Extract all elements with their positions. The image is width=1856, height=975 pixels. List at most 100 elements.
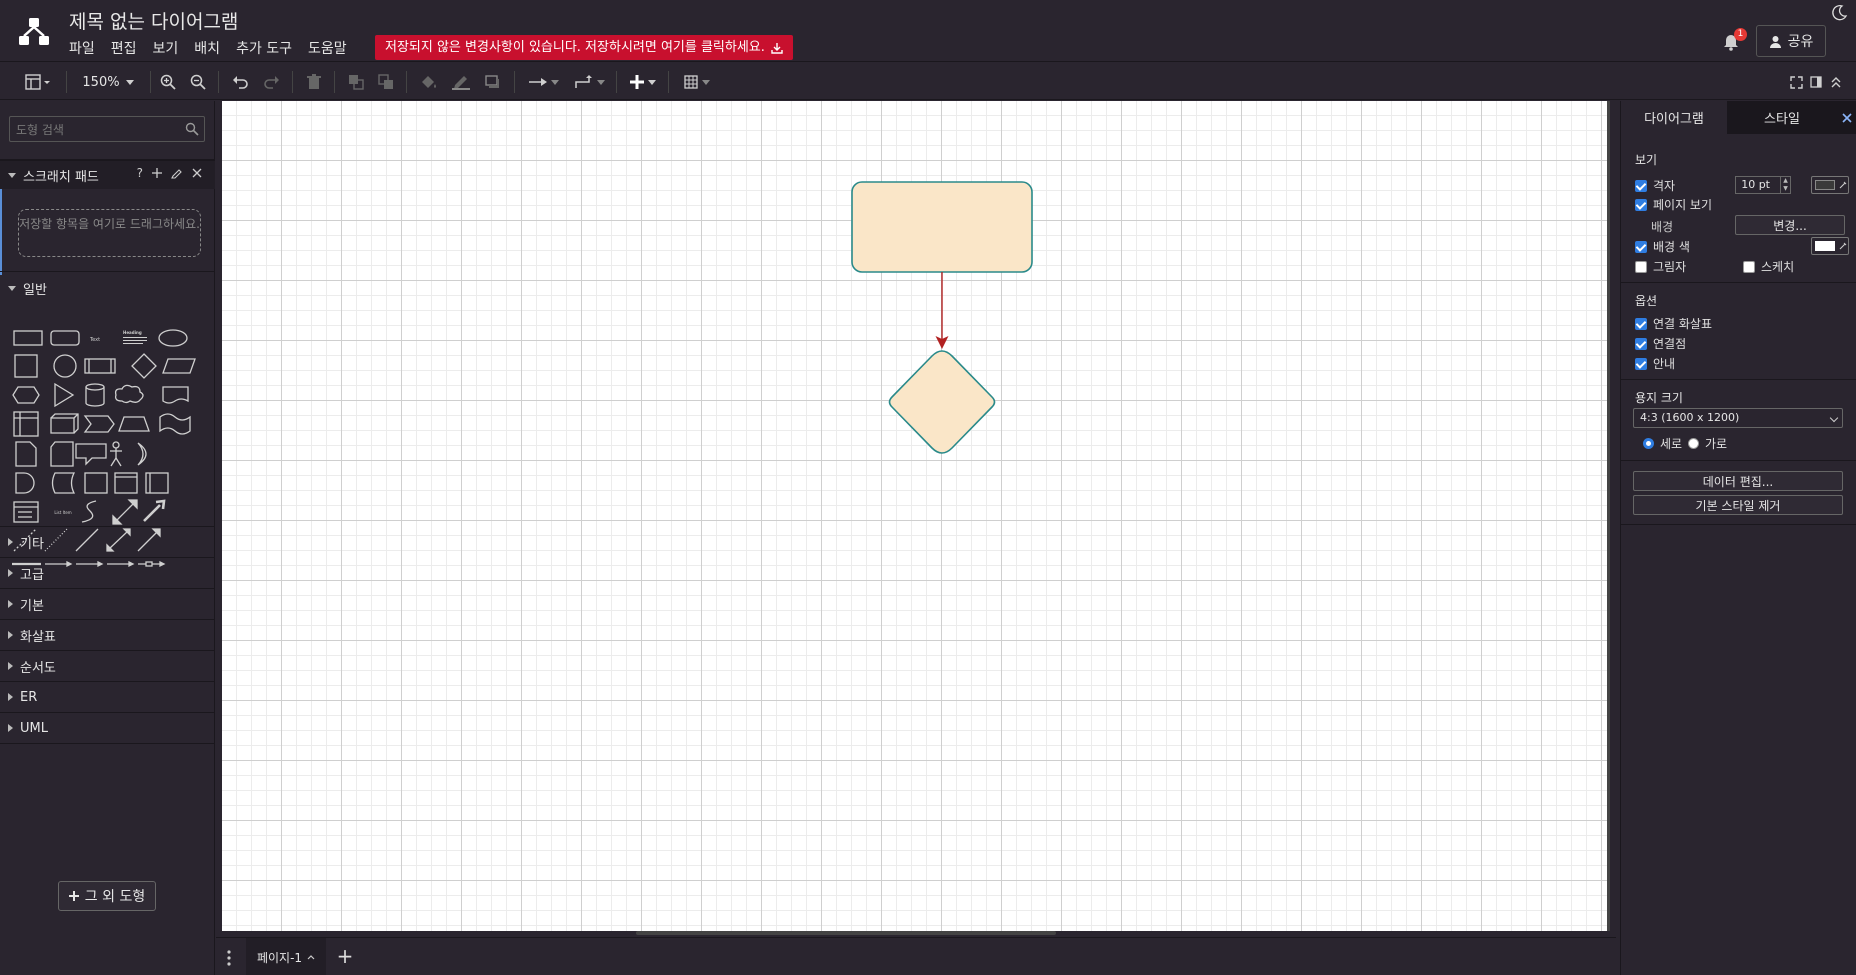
shape-rounded-rectangle[interactable] bbox=[50, 330, 80, 346]
menu-extras[interactable]: 추가 도구 bbox=[236, 36, 300, 60]
format-panel-toggle-button[interactable] bbox=[20, 71, 56, 93]
menu-help[interactable]: 도움말 bbox=[308, 36, 355, 60]
diagram-title[interactable]: 제목 없는 다이어그램 bbox=[69, 7, 238, 34]
shape-cylinder[interactable] bbox=[85, 383, 105, 407]
shape-internal-storage[interactable] bbox=[13, 411, 39, 437]
shape-trapezoid[interactable] bbox=[118, 416, 150, 432]
shape-circle[interactable] bbox=[53, 354, 77, 378]
plus-icon[interactable] bbox=[152, 168, 162, 178]
shape-cloud[interactable] bbox=[114, 384, 144, 404]
close-panel-button[interactable] bbox=[1837, 101, 1856, 134]
guides-checkbox[interactable] bbox=[1635, 357, 1647, 370]
shadow-option[interactable]: 그림자 bbox=[1635, 258, 1686, 275]
category-advanced[interactable]: 고급 bbox=[0, 558, 215, 588]
shape-container[interactable] bbox=[84, 472, 108, 494]
menu-arrange[interactable]: 배치 bbox=[194, 36, 228, 60]
diagram-decision-diamond[interactable] bbox=[888, 350, 996, 454]
collapse-toolbar-button[interactable] bbox=[1828, 71, 1844, 93]
shape-curve[interactable] bbox=[81, 500, 97, 523]
tab-diagram[interactable]: 다이어그램 bbox=[1621, 101, 1727, 134]
shape-ellipse[interactable] bbox=[158, 329, 188, 347]
shape-textbox[interactable]: Heading bbox=[123, 330, 147, 344]
page-view-option[interactable]: 페이지 보기 bbox=[1635, 196, 1712, 213]
shadow-checkbox[interactable] bbox=[1635, 260, 1647, 273]
shape-or[interactable] bbox=[137, 442, 147, 466]
category-flowchart[interactable]: 순서도 bbox=[0, 651, 215, 681]
to-back-button[interactable] bbox=[376, 71, 396, 93]
diagram-canvas[interactable] bbox=[222, 101, 1610, 931]
background-color-option[interactable]: 배경 색 bbox=[1635, 238, 1690, 255]
shape-text[interactable]: Text bbox=[89, 337, 100, 343]
shape-tape[interactable] bbox=[159, 413, 191, 435]
shape-bidirectional-arrow[interactable] bbox=[112, 499, 138, 525]
horizontal-scrollbar[interactable] bbox=[636, 931, 1056, 935]
zoom-dropdown[interactable]: 150% bbox=[80, 71, 136, 93]
waypoint-style-button[interactable] bbox=[570, 71, 610, 93]
grid-color-picker[interactable] bbox=[1811, 176, 1849, 194]
change-background-button[interactable]: 변경... bbox=[1735, 215, 1845, 235]
page-tab-1[interactable]: 페이지-1 bbox=[246, 938, 326, 975]
pencil-icon[interactable] bbox=[171, 167, 183, 179]
category-uml[interactable]: UML bbox=[0, 713, 215, 743]
unsaved-changes-banner[interactable]: 저장되지 않은 변경사항이 있습니다. 저장하시려면 여기를 클릭하세요. bbox=[375, 35, 793, 60]
close-icon[interactable] bbox=[192, 168, 202, 178]
scratchpad-drop-zone[interactable]: 저장할 항목을 여기로 드래그하세요. bbox=[18, 209, 201, 257]
menu-file[interactable]: 파일 bbox=[69, 36, 103, 60]
category-basic[interactable]: 기본 bbox=[0, 589, 215, 619]
grid-option[interactable]: 격자 bbox=[1635, 177, 1675, 194]
shape-triangle[interactable] bbox=[54, 382, 75, 408]
scratchpad-help-button[interactable]: ? bbox=[137, 166, 143, 180]
fullscreen-button[interactable] bbox=[1788, 71, 1804, 93]
format-panel-button[interactable] bbox=[1808, 71, 1824, 93]
grid-size-input[interactable]: 10 pt bbox=[1735, 176, 1781, 194]
page-menu-kebab-icon[interactable] bbox=[226, 949, 232, 967]
shape-card[interactable] bbox=[50, 441, 74, 467]
shape-list-item[interactable]: List Item bbox=[54, 510, 71, 515]
shape-actor[interactable] bbox=[110, 441, 122, 467]
shape-note[interactable] bbox=[15, 441, 37, 467]
undo-button[interactable] bbox=[230, 71, 250, 93]
sketch-option[interactable]: 스케치 bbox=[1743, 258, 1794, 275]
landscape-radio[interactable] bbox=[1688, 438, 1699, 449]
category-er[interactable]: ER bbox=[0, 682, 215, 712]
tab-style[interactable]: 스타일 bbox=[1727, 101, 1837, 134]
zoom-out-button[interactable] bbox=[188, 71, 208, 93]
redo-button[interactable] bbox=[262, 71, 282, 93]
clear-default-style-button[interactable]: 기본 스타일 제거 bbox=[1633, 495, 1843, 515]
shape-arrow[interactable] bbox=[143, 499, 166, 522]
add-page-button[interactable]: + bbox=[334, 946, 356, 968]
shape-cube[interactable] bbox=[50, 413, 79, 434]
share-button[interactable]: 공유 bbox=[1756, 25, 1826, 57]
connection-points-option[interactable]: 연결점 bbox=[1635, 335, 1686, 352]
shape-delay[interactable] bbox=[15, 472, 35, 494]
app-logo-icon[interactable] bbox=[14, 12, 54, 52]
connection-arrows-option[interactable]: 연결 화살표 bbox=[1635, 315, 1712, 332]
table-button[interactable] bbox=[680, 71, 714, 93]
fill-color-button[interactable] bbox=[418, 71, 440, 93]
edit-data-button[interactable]: 데이터 편집... bbox=[1633, 471, 1843, 491]
shape-frame[interactable] bbox=[114, 472, 138, 494]
sketch-checkbox[interactable] bbox=[1743, 260, 1755, 273]
shape-document[interactable] bbox=[162, 386, 189, 404]
shape-hexagon[interactable] bbox=[12, 386, 40, 404]
zoom-in-button[interactable] bbox=[158, 71, 178, 93]
insert-button[interactable] bbox=[626, 71, 660, 93]
shape-swimlane[interactable] bbox=[145, 472, 169, 494]
shape-diamond[interactable] bbox=[131, 353, 157, 379]
shape-square[interactable] bbox=[14, 354, 38, 378]
menu-view[interactable]: 보기 bbox=[153, 36, 187, 60]
diagram-rounded-rectangle[interactable] bbox=[851, 181, 1033, 273]
search-icon[interactable] bbox=[185, 122, 199, 136]
line-color-button[interactable] bbox=[450, 71, 472, 93]
shape-step[interactable] bbox=[83, 415, 115, 433]
shadow-button[interactable] bbox=[482, 71, 504, 93]
more-shapes-button[interactable]: 그 외 도형 bbox=[58, 881, 156, 911]
dark-mode-moon-icon[interactable] bbox=[1830, 4, 1848, 22]
grid-size-stepper[interactable]: ▲ ▼ bbox=[1781, 176, 1791, 194]
guides-option[interactable]: 안내 bbox=[1635, 355, 1675, 372]
grid-checkbox[interactable] bbox=[1635, 179, 1647, 192]
category-misc[interactable]: 기타 bbox=[0, 527, 215, 557]
delete-button[interactable] bbox=[304, 71, 324, 93]
shape-callout[interactable] bbox=[75, 443, 107, 466]
shape-list[interactable] bbox=[13, 501, 39, 523]
